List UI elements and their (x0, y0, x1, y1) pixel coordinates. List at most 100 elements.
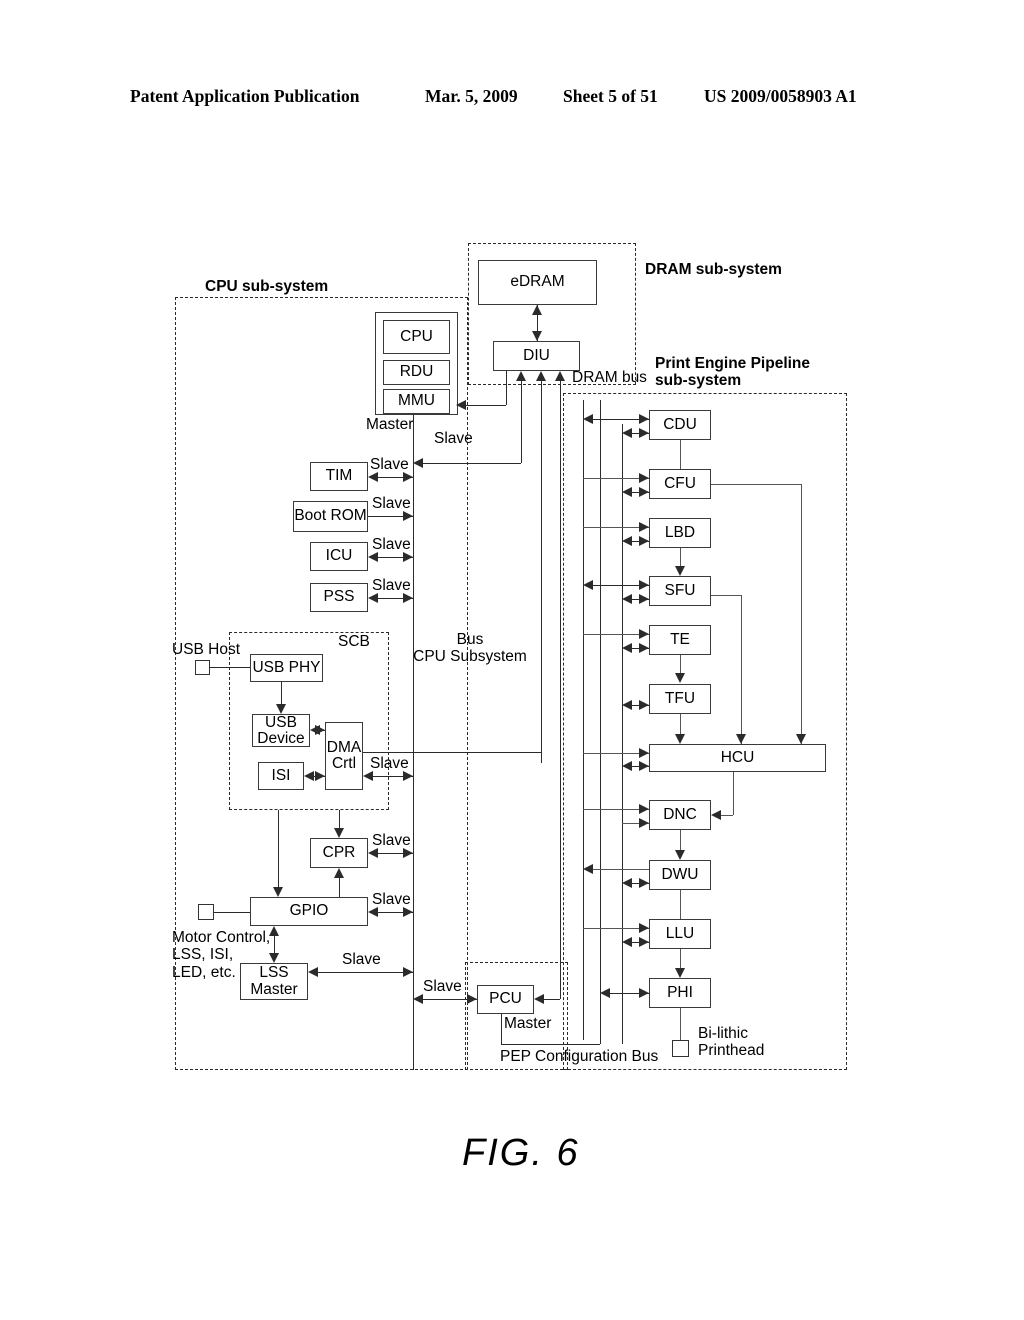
diu-feed-1-arrow (515, 371, 526, 381)
cfu-diu-arrow-right (639, 472, 649, 483)
block-pcu[interactable]: PCU (477, 985, 534, 1014)
cdu-cfg-arrow-right (639, 427, 649, 438)
edram-diu-arrow-up (531, 305, 542, 315)
tfu-hcu-vline (680, 714, 681, 734)
dwu-diu-arrow-left (583, 863, 593, 874)
diu-feed-1 (521, 381, 522, 463)
llu-cfg-arrow-right (639, 936, 649, 947)
block-hcu[interactable]: HCU (649, 744, 826, 772)
dwu-llu-vline (680, 890, 681, 919)
block-dnc[interactable]: DNC (649, 800, 711, 830)
block-cpr[interactable]: CPR (310, 838, 368, 868)
block-pss[interactable]: PSS (310, 583, 368, 612)
scb-to-gpio-arrow (272, 887, 283, 897)
te-tfu-arrow (674, 673, 685, 683)
usb-host-label: USB Host (172, 641, 241, 658)
block-dwu[interactable]: DWU (649, 860, 711, 890)
sfu-cfg-arrow-left (622, 593, 632, 604)
block-te[interactable]: TE (649, 625, 711, 655)
usb-host-port[interactable] (195, 660, 210, 675)
hcu-dnc-arrow (711, 809, 721, 820)
cdu-cfu-vline (680, 440, 681, 469)
slave-cpr-label: Slave (372, 832, 411, 849)
block-diu[interactable]: DIU (493, 341, 580, 371)
block-isi[interactable]: ISI (258, 762, 304, 790)
dram-subsystem-label: DRAM sub-system (645, 261, 782, 278)
te-diu-arrow-right (639, 628, 649, 639)
slave-gpio-label: Slave (372, 891, 411, 908)
block-dma-ctrl[interactable]: DMA Crtl (325, 722, 363, 790)
block-usb-device-label: USB Device (257, 714, 305, 747)
gpio-to-cpr-arrow (333, 868, 344, 878)
gpio-port-line (214, 912, 250, 913)
block-dma-ctrl-label: DMA Crtl (326, 738, 362, 772)
block-lbd[interactable]: LBD (649, 518, 711, 548)
hcu-dnc-vline (733, 772, 734, 815)
diu-slave-arrow (413, 457, 423, 468)
block-icu[interactable]: ICU (310, 542, 368, 571)
scb-to-gpio-line (278, 810, 279, 887)
block-edram[interactable]: eDRAM (478, 260, 597, 305)
block-tfu[interactable]: TFU (649, 684, 711, 714)
tfu-cfg-arrow-left (622, 699, 632, 710)
pcu-slave-arrow-left (413, 993, 423, 1004)
sfu-cfg-arrow-right (639, 593, 649, 604)
bilithic-printhead-port[interactable] (672, 1040, 689, 1057)
block-usb-phy[interactable]: USB PHY (250, 654, 323, 682)
diu-slave-hline (417, 463, 521, 464)
motor-control-label: Motor Control, LSS, ISI, LED, etc. (172, 929, 271, 981)
te-tfu-vline (680, 655, 681, 673)
lss-arrow-left (308, 966, 318, 977)
usbdevice-dma-arrow-right (315, 724, 325, 735)
llu-diu-arrow-right (639, 922, 649, 933)
slave-pcu-label: Slave (423, 978, 462, 995)
tfu-cfg-arrow-right (639, 699, 649, 710)
block-phi[interactable]: PHI (649, 978, 711, 1008)
gpio-to-cpr-line (339, 878, 340, 897)
master-cpu-label: Master (366, 416, 414, 433)
block-tim[interactable]: TIM (310, 462, 368, 491)
cfu-hcu-arrow (795, 734, 806, 744)
cpu-bus-vertical (413, 415, 414, 1070)
block-cpu[interactable]: CPU (383, 320, 450, 354)
slave-lss-label: Slave (342, 951, 381, 968)
slave-dma-label: Slave (370, 755, 409, 772)
pep-config-bus-label: PEP Configuration Bus (500, 1048, 659, 1065)
phi-cfg-arrow-right (639, 987, 649, 998)
figure-6-diagram: CPU sub-system DRAM sub-system Print Eng… (0, 0, 1024, 1320)
pep-diu-bus-vline (583, 400, 584, 1040)
slave-bootrom-label: Slave (372, 495, 411, 512)
te-cfg-arrow-right (639, 642, 649, 653)
llu-phi-vline (680, 949, 681, 968)
bus-cpu-subsystem-label: Bus CPU Subsystem (413, 631, 527, 666)
dram-bus-label: DRAM bus (572, 369, 647, 386)
dnc-cfg-arrow-right (639, 817, 649, 828)
dwu-diu-line (587, 869, 649, 870)
block-bootrom[interactable]: Boot ROM (293, 501, 368, 532)
block-cdu[interactable]: CDU (649, 410, 711, 440)
te-cfg-arrow-left (622, 642, 632, 653)
block-mmu[interactable]: MMU (383, 389, 450, 414)
hcu-diu-arrow-right (639, 747, 649, 758)
block-llu[interactable]: LLU (649, 919, 711, 949)
block-gpio[interactable]: GPIO (250, 897, 368, 926)
diu-feed-3-arrow (554, 371, 565, 381)
pcu-master-vline (501, 1014, 502, 1044)
dma-master-hline (363, 752, 541, 753)
cdu-cfg-arrow-left (622, 427, 632, 438)
block-cfu[interactable]: CFU (649, 469, 711, 499)
gpio-port[interactable] (198, 904, 214, 920)
llu-phi-arrow (674, 968, 685, 978)
sfu-hcu-vline (741, 595, 742, 744)
phi-printhead-line (680, 1008, 681, 1040)
dnc-dwu-arrow (674, 850, 685, 860)
usb-host-line (210, 667, 250, 668)
block-sfu[interactable]: SFU (649, 576, 711, 606)
block-usb-device[interactable]: USB Device (252, 714, 310, 747)
scb-label: SCB (338, 633, 370, 650)
scb-to-cpr-arrow (333, 828, 344, 838)
slave-diu-label: Slave (434, 430, 473, 447)
block-rdu[interactable]: RDU (383, 360, 450, 385)
pep-cfg-bus-vline (622, 424, 623, 1044)
cfu-hcu-vline (801, 484, 802, 744)
